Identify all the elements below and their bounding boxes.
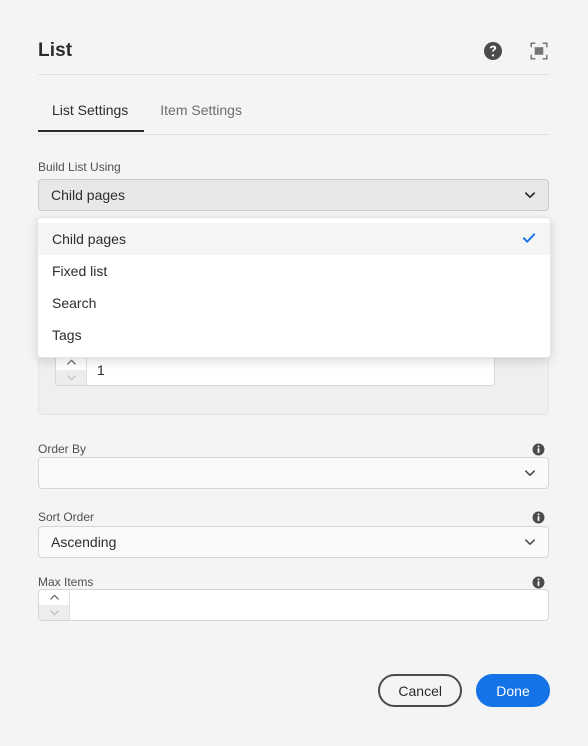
- help-circle-icon[interactable]: [482, 40, 504, 62]
- header-actions: [482, 40, 550, 62]
- header-divider: [38, 74, 550, 75]
- dropdown-option-tags[interactable]: Tags: [38, 319, 550, 351]
- fullscreen-icon[interactable]: [528, 40, 550, 62]
- dialog-footer: Cancel Done: [38, 674, 550, 707]
- done-button[interactable]: Done: [476, 674, 550, 707]
- build-list-select-value: Child pages: [51, 187, 125, 203]
- child-depth-stepper-buttons: [56, 355, 87, 385]
- tab-list-settings-label: List Settings: [52, 102, 129, 118]
- dropdown-option-child-pages-label: Child pages: [52, 231, 126, 247]
- check-icon: [522, 231, 536, 247]
- build-list-label: Build List Using: [38, 160, 121, 174]
- max-items-stepper-buttons: [39, 590, 70, 620]
- cancel-button[interactable]: Cancel: [378, 674, 462, 707]
- dropdown-option-tags-label: Tags: [52, 327, 82, 343]
- chevron-down-icon: [523, 188, 537, 202]
- dropdown-option-fixed-list[interactable]: Fixed list: [38, 255, 550, 287]
- dialog-header: List: [38, 30, 550, 72]
- max-items-input[interactable]: [70, 590, 548, 620]
- child-depth-stepper[interactable]: [55, 354, 495, 386]
- dropdown-option-fixed-list-label: Fixed list: [52, 263, 108, 279]
- tabs-divider: [38, 134, 550, 135]
- build-list-select[interactable]: Child pages: [38, 179, 549, 211]
- sort-order-select[interactable]: Ascending: [38, 526, 549, 558]
- tab-list-settings[interactable]: List Settings: [38, 96, 145, 132]
- page-title: List: [38, 40, 73, 61]
- chevron-down-icon: [523, 466, 537, 480]
- dropdown-option-child-pages[interactable]: Child pages: [38, 223, 550, 255]
- chevron-up-icon[interactable]: [39, 590, 69, 605]
- tab-item-settings[interactable]: Item Settings: [144, 96, 258, 132]
- build-list-dropdown-menu: Child pages Fixed list Search Tags: [37, 217, 551, 358]
- child-depth-input[interactable]: [87, 355, 494, 385]
- tab-item-settings-label: Item Settings: [160, 102, 242, 118]
- order-by-select[interactable]: [38, 457, 549, 489]
- max-items-label: Max Items: [38, 575, 94, 589]
- info-icon[interactable]: [527, 506, 549, 528]
- dropdown-option-search-label: Search: [52, 295, 97, 311]
- max-items-stepper[interactable]: [38, 589, 549, 621]
- list-settings-dialog: List List Settings Item Settings Build L…: [0, 0, 588, 746]
- sort-order-select-value: Ascending: [51, 534, 117, 550]
- sort-order-label-row: Sort Order: [38, 506, 549, 528]
- settings-tabs: List Settings Item Settings: [38, 96, 550, 136]
- chevron-down-icon: [523, 535, 537, 549]
- sort-order-label: Sort Order: [38, 510, 95, 524]
- order-by-label: Order By: [38, 442, 87, 456]
- chevron-down-icon[interactable]: [39, 605, 69, 620]
- chevron-down-icon[interactable]: [56, 370, 86, 385]
- dropdown-option-search[interactable]: Search: [38, 287, 550, 319]
